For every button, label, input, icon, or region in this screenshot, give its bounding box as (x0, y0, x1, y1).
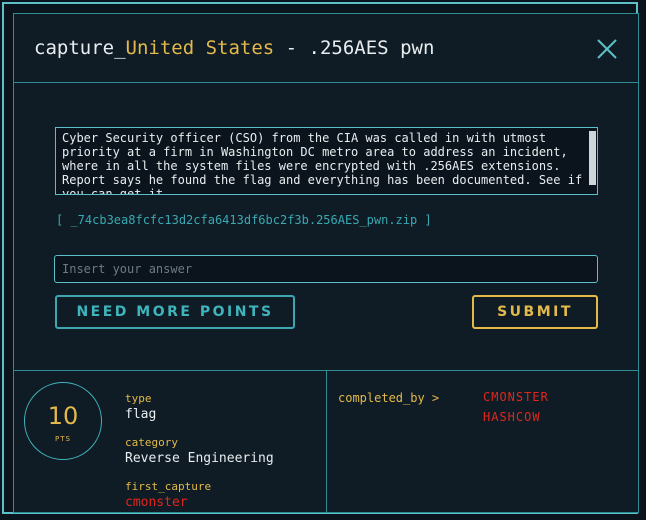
first-capture-value: cmonster (125, 495, 188, 510)
dialog-frame: capture_United States - .256AES pwn Cybe… (2, 2, 639, 514)
description-scrollbar[interactable] (589, 129, 596, 193)
first-capture-label: first_capture (125, 480, 212, 493)
dialog-title: capture_United States - .256AES pwn (34, 37, 434, 59)
stats-divider (326, 371, 327, 513)
completed-by-label: completed_by > (338, 391, 440, 405)
solver-item: HASHCOW (483, 410, 541, 424)
close-button[interactable] (596, 38, 618, 60)
title-suffix: - .256AES pwn (274, 37, 435, 59)
type-label: type (125, 392, 152, 405)
challenge-description[interactable]: Cyber Security officer (CSO) from the CI… (55, 127, 598, 195)
points-badge: 10 PTS (24, 382, 102, 460)
type-value: flag (125, 407, 157, 422)
points-value: 10 (47, 402, 79, 430)
challenge-dialog: capture_United States - .256AES pwn Cybe… (13, 13, 639, 513)
title-country: United States (125, 37, 275, 59)
challenge-stats: 10 PTS type flag category Reverse Engine… (14, 370, 638, 513)
scrollbar-thumb[interactable] (589, 131, 596, 185)
category-value: Reverse Engineering (125, 451, 274, 466)
submit-button[interactable]: SUBMIT (472, 295, 598, 329)
need-more-points-button[interactable]: NEED MORE POINTS (55, 295, 295, 329)
points-unit: PTS (55, 435, 71, 443)
challenge-file-link[interactable]: [ _74cb3ea8fcfc13d2cfa6413df6bc2f3b.256A… (56, 213, 432, 227)
solver-item: CMONSTER (483, 390, 549, 404)
category-label: category (125, 436, 178, 449)
close-icon (597, 39, 617, 59)
description-text: Cyber Security officer (CSO) from the CI… (62, 131, 590, 195)
dialog-header: capture_United States - .256AES pwn (14, 14, 638, 83)
title-prefix: capture_ (34, 37, 126, 59)
answer-input[interactable] (54, 255, 598, 283)
